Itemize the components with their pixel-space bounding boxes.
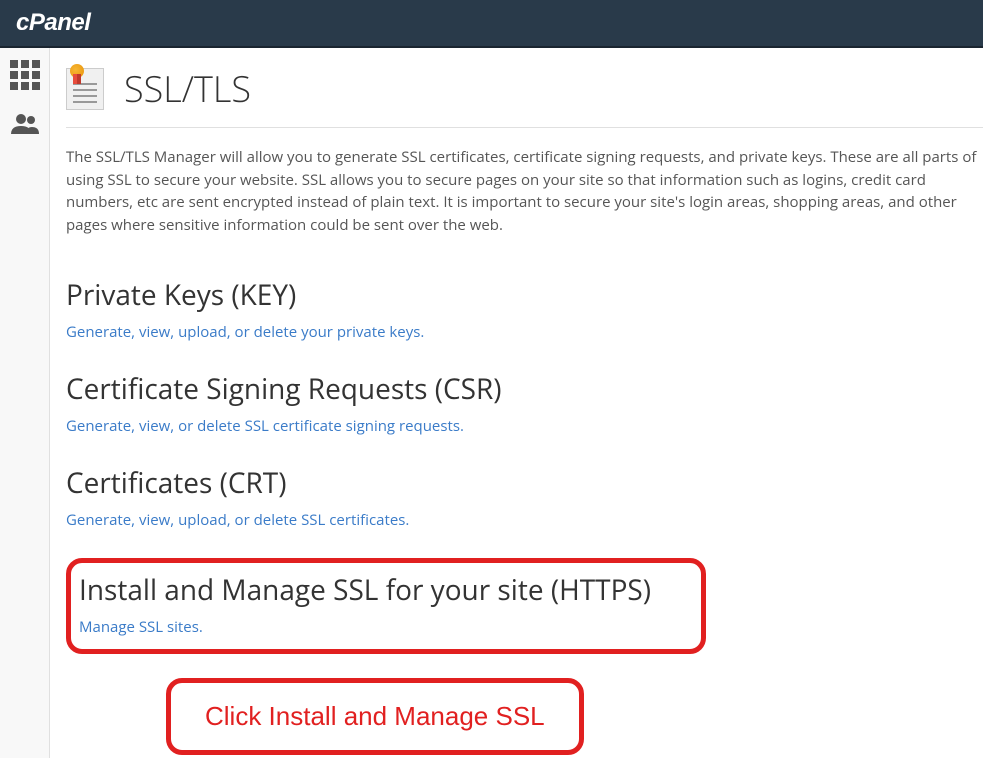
csr-section: Certificate Signing Requests (CSR) Gener… [66,370,983,436]
page-title: SSL/TLS [124,64,251,113]
csr-link[interactable]: Generate, view, or delete SSL certificat… [66,416,464,436]
content-area: SSL/TLS The SSL/TLS Manager will allow y… [50,48,983,758]
page-header: SSL/TLS [66,64,983,128]
crt-section: Certificates (CRT) Generate, view, uploa… [66,464,983,530]
main-container: SSL/TLS The SSL/TLS Manager will allow y… [0,48,983,758]
highlight-annotation-box: Install and Manage SSL for your site (HT… [66,558,706,654]
install-ssl-section: Install and Manage SSL for your site (HT… [79,571,689,637]
grid-menu-icon[interactable] [10,60,40,90]
crt-link[interactable]: Generate, view, upload, or delete SSL ce… [66,510,409,530]
private-keys-link[interactable]: Generate, view, upload, or delete your p… [66,322,424,342]
top-header: cPanel [0,0,983,48]
sidebar [0,48,50,758]
manage-ssl-sites-link[interactable]: Manage SSL sites. [79,617,203,637]
ssl-certificate-icon [66,68,108,110]
cpanel-logo: cPanel [16,9,90,37]
install-ssl-title: Install and Manage SSL for your site (HT… [79,571,689,609]
users-icon[interactable] [11,108,39,144]
csr-title: Certificate Signing Requests (CSR) [66,370,983,408]
crt-title: Certificates (CRT) [66,464,983,502]
annotation-callout: Click Install and Manage SSL [166,678,584,755]
private-keys-title: Private Keys (KEY) [66,276,983,314]
annotation-text: Click Install and Manage SSL [205,701,545,731]
page-description: The SSL/TLS Manager will allow you to ge… [66,146,983,236]
private-keys-section: Private Keys (KEY) Generate, view, uploa… [66,276,983,342]
